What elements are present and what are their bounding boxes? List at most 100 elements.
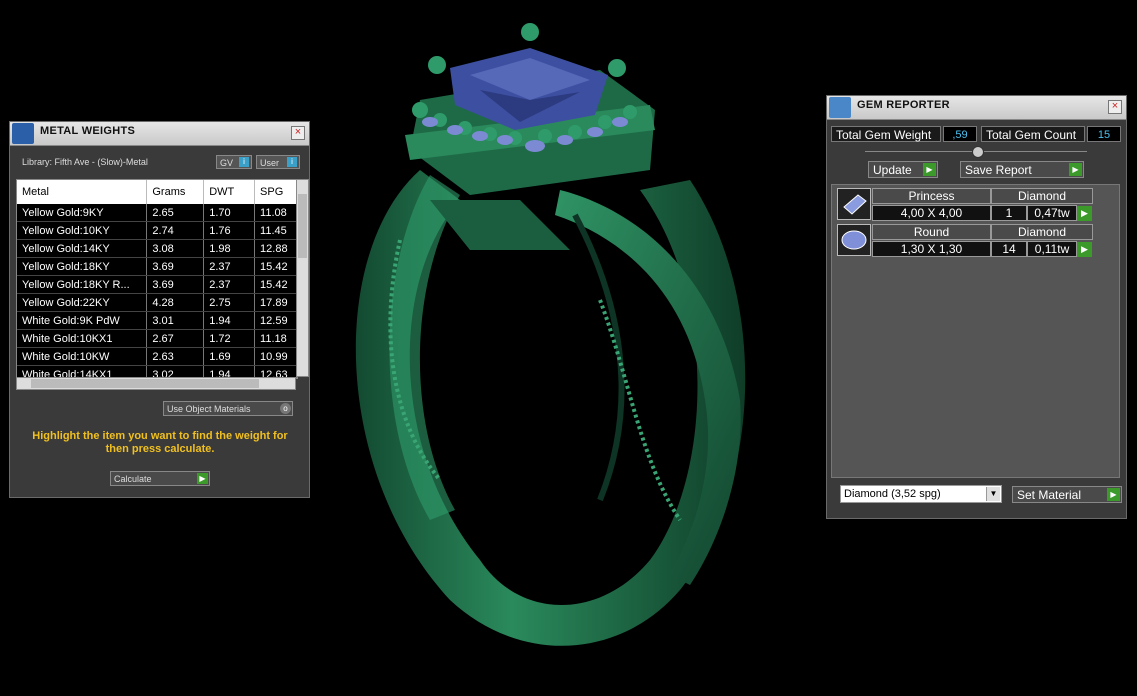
total-gem-count-label: Total Gem Count — [981, 126, 1085, 142]
table-row[interactable]: Yellow Gold:22KY 4.28 2.75 17.89 — [17, 293, 297, 312]
table-row[interactable]: White Gold:10KX1 2.67 1.72 11.18 — [17, 329, 297, 348]
table-cell: 1.72 — [203, 329, 256, 348]
metal-table: Metal Grams DWT SPG Yellow Gold:9KY 2.65 1… — [16, 179, 298, 379]
table-cell: 11.08 — [254, 204, 297, 222]
gv-toggle[interactable]: GV i — [216, 155, 252, 169]
gem-shape: Round — [872, 224, 991, 240]
instruction-text: Highlight the item you want to find the … — [32, 430, 288, 455]
play-icon[interactable]: ▶ — [1077, 242, 1092, 257]
metal-weights-titlebar[interactable]: METAL WEIGHTS × — [10, 122, 309, 146]
table-cell: 1.69 — [203, 347, 256, 366]
ring-model — [355, 23, 746, 646]
round-gem-icon — [837, 224, 871, 256]
use-object-materials-toggle[interactable]: Use Object Materials o — [163, 401, 293, 416]
table-header: Metal Grams DWT SPG — [17, 180, 297, 204]
play-icon: ▶ — [1107, 488, 1120, 501]
table-cell: Yellow Gold:14KY — [17, 239, 148, 258]
save-report-label: Save Report — [965, 163, 1032, 177]
table-cell: 11.45 — [254, 221, 297, 240]
table-cell: White Gold:9K PdW — [17, 311, 148, 330]
table-cell: 2.37 — [203, 257, 256, 276]
gem-weight: 0,11tw — [1027, 241, 1077, 257]
toggle-icon: o — [280, 403, 291, 414]
table-row[interactable]: Yellow Gold:18KY R... 3.69 2.37 15.42 — [17, 275, 297, 294]
update-label: Update — [873, 163, 912, 177]
panel-title: GEM REPORTER — [857, 99, 950, 111]
table-cell: 2.65 — [146, 204, 205, 222]
vertical-scrollbar[interactable] — [296, 179, 309, 377]
info-icon: i — [239, 157, 249, 167]
total-gem-weight-value: ,59 — [943, 126, 977, 142]
table-cell: White Gold:10KW — [17, 347, 148, 366]
gem-count: 1 — [991, 205, 1027, 221]
play-icon: ▶ — [1069, 163, 1082, 176]
table-cell: 3.69 — [146, 257, 205, 276]
table-cell: 1.70 — [203, 204, 256, 222]
table-cell: 2.63 — [146, 347, 205, 366]
column-header[interactable]: DWT — [203, 180, 256, 204]
table-cell: 1.94 — [203, 311, 256, 330]
column-header[interactable]: Metal — [17, 180, 148, 204]
close-icon[interactable]: × — [1108, 100, 1122, 114]
metal-weights-panel: METAL WEIGHTS × Library: Fifth Ave - (Sl… — [9, 121, 310, 498]
update-button[interactable]: Update ▶ — [868, 161, 938, 178]
table-row[interactable]: Yellow Gold:9KY 2.65 1.70 11.08 — [17, 204, 297, 222]
table-cell: 2.37 — [203, 275, 256, 294]
table-cell: 4.28 — [146, 293, 205, 312]
calculate-button[interactable]: Calculate ▶ — [110, 471, 210, 486]
material-select[interactable]: Diamond (3,52 spg) ▼ — [840, 485, 1002, 503]
table-cell: 1.76 — [203, 221, 256, 240]
table-row[interactable]: Yellow Gold:14KY 3.08 1.98 12.88 — [17, 239, 297, 258]
use-object-materials-label: Use Object Materials — [167, 404, 251, 414]
total-gem-count-value: 15 — [1087, 126, 1121, 142]
list-item[interactable]: Round Diamond 1,30 X 1,30 14 0,11tw ▶ — [837, 224, 1093, 258]
horizontal-scrollbar[interactable] — [16, 377, 296, 390]
table-cell: 1.98 — [203, 239, 256, 258]
table-cell: 3.08 — [146, 239, 205, 258]
user-label: User — [260, 158, 280, 168]
table-cell: Yellow Gold:18KY — [17, 257, 148, 276]
table-cell: 17.89 — [254, 293, 297, 312]
calculate-label: Calculate — [114, 474, 152, 484]
set-material-button[interactable]: Set Material ▶ — [1012, 486, 1122, 503]
panel-title: METAL WEIGHTS — [40, 125, 136, 137]
play-icon[interactable]: ▶ — [1077, 206, 1092, 221]
table-cell: Yellow Gold:10KY — [17, 221, 148, 240]
gem-reporter-panel: GEM REPORTER × Total Gem Weight ,59 Tota… — [826, 95, 1127, 519]
info-icon: i — [287, 157, 297, 167]
table-cell: Yellow Gold:18KY R... — [17, 275, 148, 294]
list-item[interactable]: Princess Diamond 4,00 X 4,00 1 0,47tw ▶ — [837, 188, 1093, 222]
gem-size: 4,00 X 4,00 — [872, 205, 991, 221]
gem-reporter-icon — [829, 97, 851, 118]
table-row[interactable]: Yellow Gold:10KY 2.74 1.76 11.45 — [17, 221, 297, 240]
scroll-thumb[interactable] — [31, 379, 259, 388]
scroll-thumb[interactable] — [298, 194, 307, 258]
save-report-button[interactable]: Save Report ▶ — [960, 161, 1084, 178]
table-cell: Yellow Gold:9KY — [17, 204, 148, 222]
total-gem-weight-label: Total Gem Weight — [831, 126, 941, 142]
gem-reporter-titlebar[interactable]: GEM REPORTER × — [827, 96, 1126, 120]
table-cell: 10.99 — [254, 347, 297, 366]
table-cell: 2.75 — [203, 293, 256, 312]
table-row[interactable]: White Gold:10KW 2.63 1.69 10.99 — [17, 347, 297, 366]
table-cell: 11.18 — [254, 329, 297, 348]
user-toggle[interactable]: User i — [256, 155, 300, 169]
close-icon[interactable]: × — [291, 126, 305, 140]
table-row[interactable]: Yellow Gold:18KY 3.69 2.37 15.42 — [17, 257, 297, 276]
table-row[interactable]: White Gold:9K PdW 3.01 1.94 12.59 — [17, 311, 297, 330]
gv-label: GV — [220, 158, 234, 168]
column-header[interactable]: SPG — [254, 180, 297, 204]
table-cell: Yellow Gold:22KY — [17, 293, 148, 312]
splitter-handle[interactable] — [972, 146, 984, 158]
table-cell: 15.42 — [254, 275, 297, 294]
gem-size: 1,30 X 1,30 — [872, 241, 991, 257]
table-cell: White Gold:10KX1 — [17, 329, 148, 348]
chevron-down-icon: ▼ — [986, 487, 1000, 501]
princess-gem-icon — [837, 188, 871, 220]
gem-material: Diamond — [991, 224, 1093, 240]
gem-weight: 0,47tw — [1027, 205, 1077, 221]
metal-weights-icon — [12, 123, 34, 144]
play-icon: ▶ — [923, 163, 936, 176]
table-cell: 3.01 — [146, 311, 205, 330]
column-header[interactable]: Grams — [146, 180, 205, 204]
